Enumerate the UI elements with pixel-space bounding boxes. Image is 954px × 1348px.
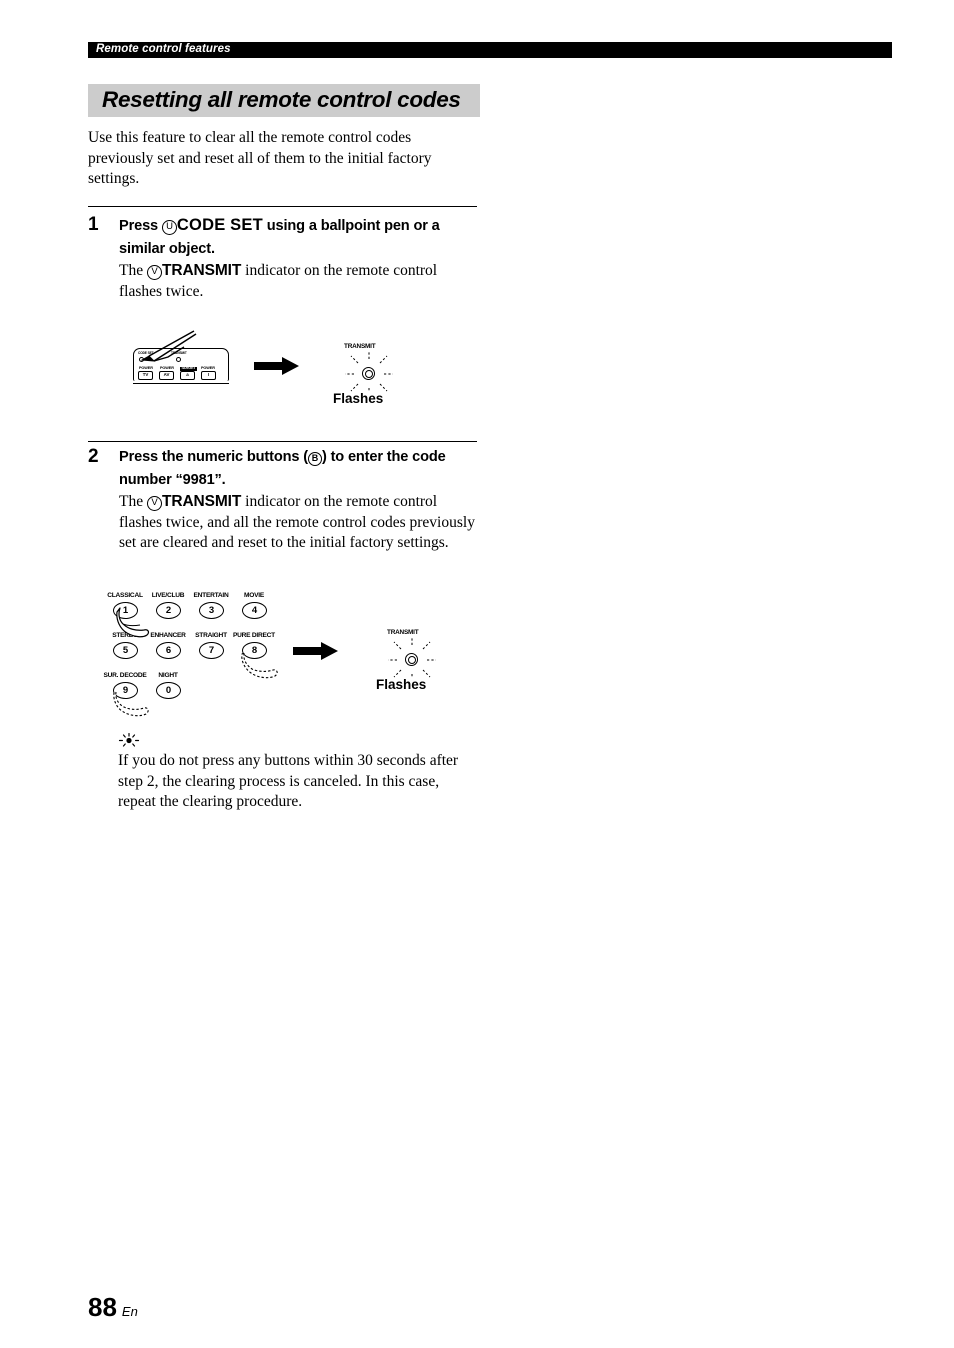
step-1: 1 Press U CODE SET using a ballpoint pen … (88, 214, 480, 302)
step-2-number: 2 (88, 446, 99, 467)
transmit-indicator-inner-icon (364, 369, 373, 378)
remote-button-1-caption: POWER (160, 365, 174, 370)
remote-button-2[interactable]: a (180, 371, 195, 380)
key-button-7[interactable]: 7 (199, 642, 224, 659)
step-2-heading-pre: Press the numeric buttons ( (119, 449, 308, 465)
circled-letter-u-icon: U (161, 220, 177, 235)
page-number: 88 (88, 1292, 117, 1322)
step-2-body: The V TRANSMIT indicator on the remote co… (119, 492, 480, 554)
key-label-0: NIGHT (158, 672, 178, 679)
flashes-caption: Flashes (333, 391, 384, 406)
step-1-body-pre: The (119, 262, 147, 279)
transmit-indicator-inner-icon-2 (407, 655, 416, 664)
remote-button-0-caption: POWER (139, 365, 153, 370)
step-2: 2 Press the numeric buttons (B) to enter… (88, 446, 480, 554)
step-2-rule (88, 441, 477, 442)
step-1-rule (88, 206, 477, 207)
key-button-6[interactable]: 6 (156, 642, 181, 659)
key-button-3[interactable]: 3 (199, 602, 224, 619)
remote-button-1[interactable]: AV (159, 371, 174, 380)
remote-button-3[interactable]: I (201, 371, 216, 380)
flashes-caption-2: Flashes (376, 677, 427, 692)
circled-letter-b-icon: B (307, 452, 322, 466)
arrow-right-icon (254, 357, 299, 375)
step-1-heading: Press U CODE SET using a ballpoint pen or… (119, 214, 480, 260)
figure-numeric-keypad-illustration: CLASSICAL 1 LIVE/CLUB 2 ENTERTAIN 3 MOVI… (88, 588, 480, 717)
arrow-right-icon-2 (293, 642, 338, 660)
step-1-transmit-label: TRANSMIT (161, 262, 242, 279)
tip-sunburst-icon (118, 733, 140, 747)
remote-button-0[interactable]: TV (138, 371, 153, 380)
step-1-heading-pre: Press (119, 218, 162, 234)
pointing-hand-key-9-icon (113, 691, 149, 717)
key-label-2: LIVE/CLUB (151, 592, 185, 599)
key-label-3: ENTERTAIN (193, 592, 229, 599)
transmit-result-group: TRANSMIT Flashes (328, 338, 418, 408)
key-button-4[interactable]: 4 (242, 602, 267, 619)
step-2-heading: Press the numeric buttons (B) to enter t… (119, 446, 480, 491)
key-label-7: STRAIGHT (195, 632, 227, 639)
circled-letter-v-icon-2: V (146, 496, 162, 511)
intro-paragraph: Use this feature to clear all the remote… (88, 129, 432, 187)
running-header-bar: Remote control features (88, 42, 892, 58)
circled-letter-v-icon: V (146, 265, 162, 280)
step-1-code-set-label: CODE SET (176, 216, 263, 234)
page-footer: 88 En (88, 1294, 138, 1320)
key-label-4: MOVIE (244, 592, 264, 599)
step-2-transmit-label: TRANSMIT (161, 493, 242, 510)
ballpoint-pen-icon (140, 330, 197, 362)
step-2-body-pre: The (119, 493, 147, 510)
page-language-code: En (121, 1304, 138, 1319)
step-1-number: 1 (88, 214, 99, 235)
page-title: Resetting all remote control codes (102, 87, 461, 113)
key-label-1: CLASSICAL (107, 592, 143, 599)
key-label-8: PURE DIRECT (233, 632, 275, 639)
key-button-5[interactable]: 5 (113, 642, 138, 659)
tip-note-text: If you do not press any buttons within 3… (118, 752, 459, 810)
remote-button-3-caption: POWER (201, 365, 215, 370)
figure-remote-top-illustration: CODE SET TRANSMIT POWER TV POWER AV TARG… (88, 330, 480, 408)
key-button-0[interactable]: 0 (156, 682, 181, 699)
pointing-hand-key-1-icon (116, 607, 150, 638)
section-title-band: Resetting all remote control codes (88, 84, 480, 117)
remote-body-divider (133, 383, 229, 384)
running-header-text: Remote control features (96, 43, 231, 56)
step-1-body: The V TRANSMIT indicator on the remote co… (119, 261, 480, 302)
transmit-result-group-2: TRANSMIT Flashes (371, 624, 461, 696)
pointing-hand-key-8-icon (241, 652, 278, 679)
